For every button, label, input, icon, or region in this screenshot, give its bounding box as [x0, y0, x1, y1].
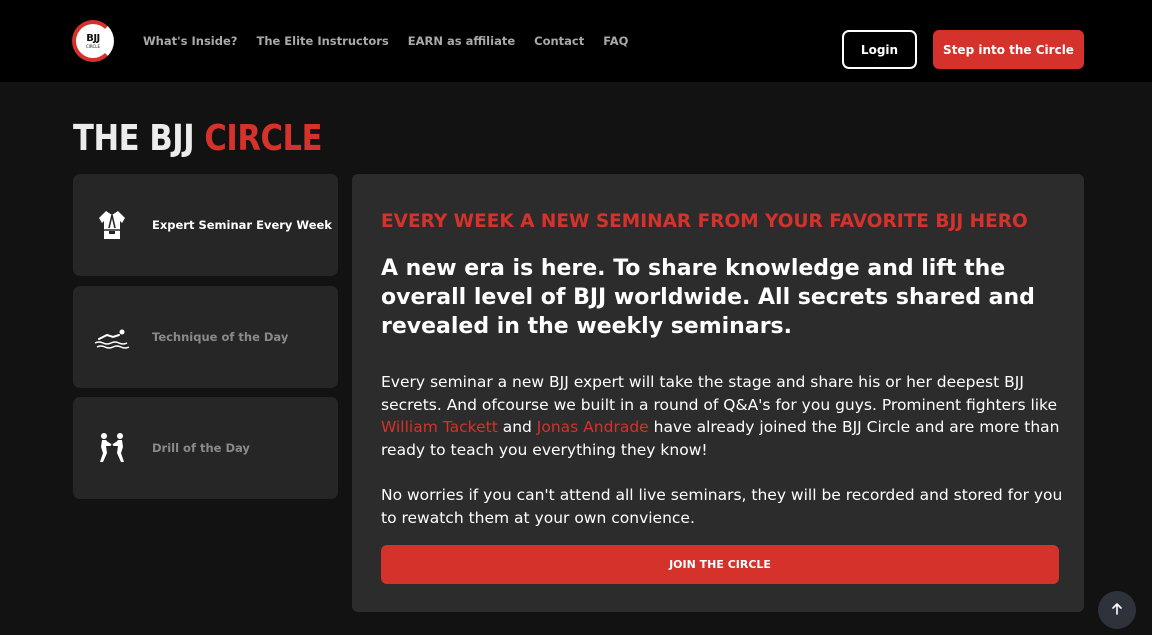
instructor-link-william-tackett[interactable]: William Tackett — [381, 418, 498, 436]
join-the-circle-button[interactable]: JOIN THE CIRCLE — [381, 545, 1059, 584]
panel-body-paragraph-2: No worries if you can't attend all live … — [381, 486, 1063, 527]
page-title-red: CIRCLE — [204, 118, 323, 159]
nav-link-whats-inside[interactable]: What's Inside? — [143, 34, 237, 48]
main-nav: What's Inside? The Elite Instructors EAR… — [143, 34, 647, 48]
nav-link-faq[interactable]: FAQ — [603, 34, 628, 48]
arrow-up-icon — [1110, 601, 1124, 620]
sidebar-item-technique-of-the-day[interactable]: Technique of the Day — [73, 286, 338, 388]
scroll-to-top-button[interactable] — [1098, 591, 1136, 629]
instructor-link-jonas-andrade[interactable]: Jonas Andrade — [537, 418, 649, 436]
page-title: THE BJJ CIRCLE — [73, 118, 323, 159]
feature-panel: EVERY WEEK A NEW SEMINAR FROM YOUR FAVOR… — [352, 174, 1084, 612]
step-into-circle-button[interactable]: Step into the Circle — [933, 30, 1084, 69]
top-navbar: BJJ CIRCLE What's Inside? The Elite Inst… — [0, 0, 1152, 82]
sidebar-item-label: Technique of the Day — [152, 330, 289, 344]
gi-icon — [93, 206, 131, 244]
login-button[interactable]: Login — [842, 30, 917, 69]
sidebar-item-label: Expert Seminar Every Week — [152, 218, 332, 232]
body-text: Every seminar a new BJJ expert will take… — [381, 373, 1058, 414]
logo-text: BJJ — [86, 32, 100, 44]
swimmer-icon — [93, 318, 131, 356]
logo-subtext: CIRCLE — [85, 43, 101, 49]
panel-headline: A new era is here. To share knowledge an… — [381, 256, 1035, 339]
sidebar-item-expert-seminar[interactable]: Expert Seminar Every Week — [73, 174, 338, 276]
nav-link-elite-instructors[interactable]: The Elite Instructors — [256, 34, 388, 48]
body-text: and — [497, 418, 537, 437]
nav-link-contact[interactable]: Contact — [534, 34, 584, 48]
sidebar-item-drill-of-the-day[interactable]: Drill of the Day — [73, 397, 338, 499]
nav-link-earn-affiliate[interactable]: EARN as affiliate — [408, 34, 515, 48]
logo[interactable]: BJJ CIRCLE — [72, 20, 114, 62]
sidebar-item-label: Drill of the Day — [152, 441, 250, 455]
panel-kicker: EVERY WEEK A NEW SEMINAR FROM YOUR FAVOR… — [381, 211, 1028, 232]
panel-body-paragraph-1: Every seminar a new BJJ expert will take… — [381, 371, 1071, 462]
page-title-white: THE BJJ — [73, 118, 205, 159]
grappling-icon — [93, 429, 131, 467]
